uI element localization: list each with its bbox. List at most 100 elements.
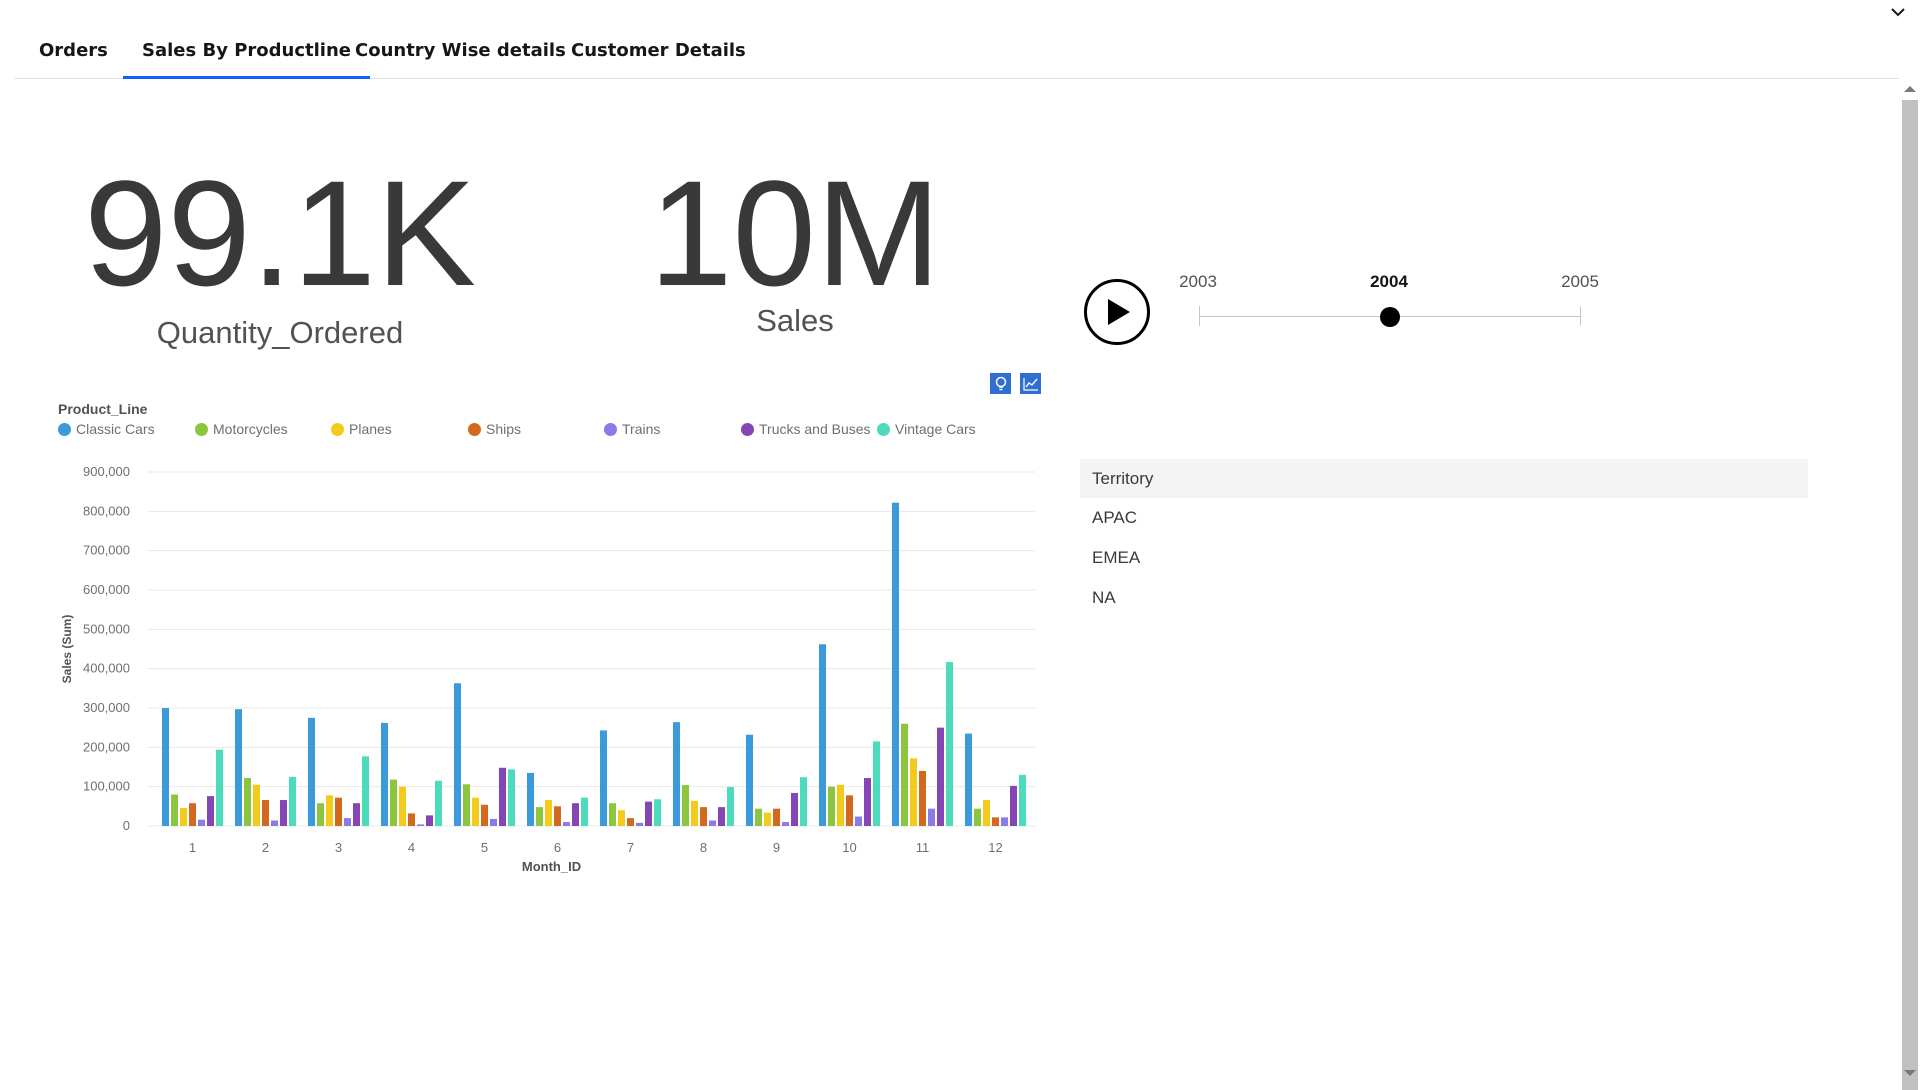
chart-bar [627,818,634,826]
timeline-label-2005[interactable]: 2005 [1561,272,1599,292]
legend-item[interactable]: Planes [331,421,392,437]
x-tick-label: 11 [916,840,930,855]
chart-bar [819,644,826,826]
tab-country-wise-details[interactable]: Country Wise details [355,40,566,61]
chart-bar [600,730,607,826]
legend-item[interactable]: Vintage Cars [877,421,976,437]
chart-bar [718,807,725,826]
chart-bar [892,502,899,826]
tab-customer-details[interactable]: Customer Details [571,40,746,61]
chart-bar [965,733,972,826]
sales-bar-chart: 0 100,000 200,000 300,000 400,000 500,000 600,… [60,464,1035,874]
chart-bar [946,661,953,826]
x-tick-label: 12 [988,840,1002,855]
chart-bar [262,800,269,826]
y-tick-label: 500,000 [83,621,130,636]
chart-bar [527,772,534,826]
x-tick-label: 9 [773,840,780,855]
chart-bar [791,792,798,826]
legend-swatch [468,422,481,436]
chart-bar [755,808,762,826]
x-tick-label: 5 [481,840,488,855]
timeline-tick [1580,306,1581,326]
x-tick-label: 4 [408,840,415,855]
play-button[interactable] [1084,279,1150,345]
kpi-sales-value: 10M [649,149,941,317]
chart-bar [189,803,196,826]
legend-label: Trains [622,421,661,437]
legend-swatch [741,422,754,436]
timeline-label-2004[interactable]: 2004 [1370,272,1408,292]
chart-bar [326,795,333,826]
chart-bar [381,722,388,826]
territory-item-emea[interactable]: EMEA [1080,538,1808,578]
legend-item[interactable]: Trucks and Buses [741,421,871,437]
tab-bar: Orders Sales By Productline Country Wise… [14,0,1899,79]
chart-bar [563,822,570,826]
chart-bar [919,770,926,826]
chart-bar [846,795,853,826]
chart-bar [390,779,397,826]
timeline-handle[interactable] [1380,307,1400,327]
legend-item[interactable]: Trains [604,421,660,437]
y-tick-label: 100,000 [83,779,130,794]
chart-bar [399,786,406,826]
chart-bar [244,778,251,826]
x-tick-label: 7 [627,840,634,855]
vertical-scrollbar[interactable] [1900,80,1920,1090]
scroll-thumb[interactable] [1902,100,1918,1090]
chart-bar [654,799,661,826]
legend-label: Motorcycles [213,421,288,437]
chart-bar [864,778,871,826]
play-icon [1108,299,1130,325]
chart-bar [618,810,625,826]
line-chart-icon[interactable] [1020,373,1041,394]
timeline-label-2003[interactable]: 2003 [1179,272,1217,292]
x-tick-label: 3 [335,840,342,855]
y-axis-label: Sales (Sum) [60,615,74,684]
y-tick-label: 800,000 [83,503,130,518]
chart-bar [508,769,515,826]
chart-bar [636,822,643,826]
x-tick-label: 10 [842,840,856,855]
chart-bar [554,806,561,826]
chart-bar [992,817,999,826]
chart-bar [417,824,424,826]
legend-label: Vintage Cars [895,421,976,437]
chart-bar [682,785,689,826]
scroll-down-arrow-icon[interactable] [1904,1070,1916,1076]
chart-bar [317,803,324,826]
chart-bar [335,797,342,826]
legend-item[interactable]: Classic Cars [58,421,155,437]
territory-item-apac[interactable]: APAC [1080,498,1808,538]
chart-bar [645,801,652,826]
y-tick-label: 400,000 [83,661,130,676]
chart-bar [289,776,296,826]
chart-bar [983,800,990,826]
chart-bar [344,818,351,826]
legend-item[interactable]: Ships [468,421,521,437]
timeline-tick [1199,306,1200,326]
lightbulb-icon[interactable] [990,373,1011,394]
y-tick-label: 200,000 [83,739,130,754]
chart-bar [974,808,981,826]
chart-bar [426,815,433,826]
legend-item[interactable]: Motorcycles [195,421,288,437]
x-tick-label: 1 [189,840,196,855]
legend-swatch [331,422,344,436]
chart-bar [171,794,178,826]
chart-bar [673,722,680,826]
chart-bar [572,803,579,826]
territory-item-na[interactable]: NA [1080,578,1808,618]
chart-bar [408,813,415,826]
legend-swatch [195,422,208,436]
tab-sales-by-productline[interactable]: Sales By Productline [123,40,370,79]
chart-bar [782,822,789,826]
chart-bar [746,734,753,826]
legend-swatch [58,422,71,436]
y-tick-label: 600,000 [83,582,130,597]
y-tick-label: 700,000 [83,543,130,558]
y-tick-label: 0 [123,818,130,833]
scroll-up-arrow-icon[interactable] [1904,86,1916,92]
tab-orders[interactable]: Orders [39,40,108,61]
